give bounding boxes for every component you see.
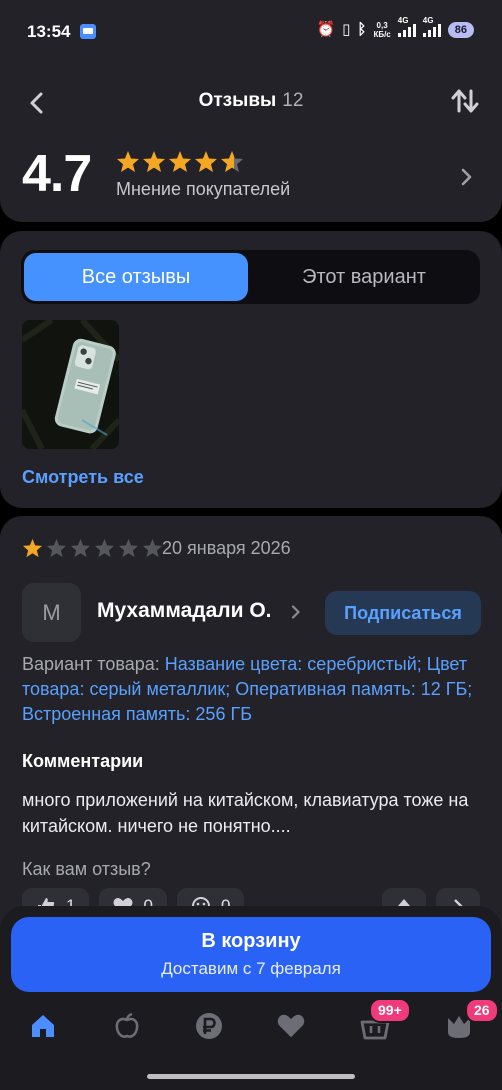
star-icon <box>195 151 217 172</box>
helpful-question: Как вам отзыв? <box>22 859 151 879</box>
cart-badge: 99+ <box>369 998 411 1023</box>
review-photo-thumbnail[interactable] <box>22 320 119 449</box>
signal-icon-sim1: 4G <box>397 16 416 37</box>
star-icon <box>22 538 43 558</box>
status-bar: 13:54 ⏰ ▯ ᛒ 0,3 КБ/с 4G 4G 86 <box>0 0 502 62</box>
apple-icon <box>115 1012 139 1038</box>
star-empty-icon <box>70 538 91 558</box>
star-icon <box>169 151 191 172</box>
page-title: Отзывы 12 <box>0 90 502 112</box>
subscribe-button[interactable]: Подписаться <box>325 591 481 635</box>
star-empty-icon <box>46 538 67 558</box>
filter-card: Все отзывы Этот вариант Смотреть все <box>0 231 502 508</box>
sim2-label: 4G <box>422 16 434 25</box>
bluetooth-icon: ᛒ <box>357 21 367 38</box>
profile-badge: 26 <box>465 998 499 1023</box>
average-rating: 4.7 <box>22 145 92 203</box>
phone-photo-image <box>22 320 119 449</box>
author-name[interactable]: Мухаммадали О. <box>97 599 272 623</box>
sim1-label: 4G <box>397 16 409 25</box>
delivery-date: Доставим с 7 февраля <box>161 959 341 978</box>
star-empty-icon <box>118 538 139 558</box>
chevron-right-icon[interactable] <box>291 605 301 619</box>
add-to-cart-button[interactable]: В корзину Доставим с 7 февраля <box>11 917 491 992</box>
product-variant: Вариант товара: Название цвета: серебрис… <box>22 652 482 727</box>
signal-icon-sim2: 4G <box>422 16 441 37</box>
avatar[interactable]: М <box>22 583 81 642</box>
notification-app-icon <box>80 24 96 39</box>
cart-button-title: В корзину <box>201 930 301 952</box>
nav-home[interactable] <box>23 1006 63 1046</box>
alarm-icon: ⏰ <box>316 21 336 38</box>
sort-icon[interactable] <box>450 86 480 116</box>
bottom-navigation: 99+ 26 <box>0 998 502 1056</box>
chevron-right-icon[interactable] <box>460 168 474 186</box>
battery-indicator: 86 <box>447 22 474 38</box>
home-indicator[interactable] <box>147 1074 355 1079</box>
home-icon <box>32 1015 54 1037</box>
star-half-icon <box>221 151 243 172</box>
tab-all-reviews[interactable]: Все отзывы <box>24 253 248 301</box>
star-icon <box>143 151 165 172</box>
review-card: 20 января 2026 М Мухаммадали О. Подписат… <box>0 516 502 936</box>
review-comment: много приложений на китайском, клавиатур… <box>22 790 469 836</box>
review-date: 20 января 2026 <box>162 538 291 558</box>
star-empty-icon <box>94 538 115 558</box>
variant-label: Вариант товара: <box>22 654 165 674</box>
ruble-icon <box>196 1013 222 1039</box>
rating-caption: Мнение покупателей <box>116 179 291 199</box>
star-icon <box>117 151 139 172</box>
comments-heading: Комментарии <box>22 751 144 771</box>
heart-icon <box>277 1014 305 1038</box>
nav-finance[interactable] <box>189 1006 229 1046</box>
reviews-header: Отзывы 12 4.7 Мнение покупателей <box>0 62 502 222</box>
speed-unit: КБ/с <box>373 30 391 39</box>
page-title-text: Отзывы <box>198 90 277 111</box>
tab-this-variant[interactable]: Этот вариант <box>251 253 477 301</box>
segmented-control: Все отзывы Этот вариант <box>21 250 480 304</box>
reviews-count: 12 <box>282 90 304 111</box>
nav-fresh[interactable] <box>107 1006 147 1046</box>
rating-stars <box>116 150 244 173</box>
bottom-bar: В корзину Доставим с 7 февраля 99+ 26 <box>0 906 502 1090</box>
star-empty-icon <box>142 538 163 558</box>
speed-value: 0,3 <box>376 21 388 30</box>
see-all-photos-link[interactable]: Смотреть все <box>22 467 144 488</box>
status-time: 13:54 <box>27 22 71 41</box>
status-icons: ⏰ ▯ ᛒ 0,3 КБ/с 4G 4G 86 <box>316 16 474 39</box>
review-stars <box>22 538 163 558</box>
vibrate-icon: ▯ <box>342 21 351 38</box>
nav-favorites[interactable] <box>271 1006 311 1046</box>
network-speed: 0,3 КБ/с <box>373 21 390 39</box>
